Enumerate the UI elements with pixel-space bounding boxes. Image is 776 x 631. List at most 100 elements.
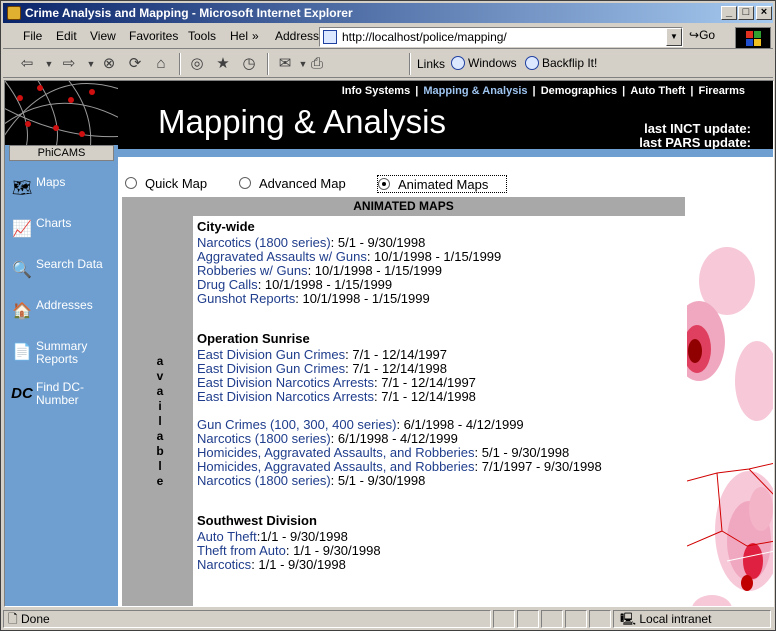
tab-mapping-analysis[interactable]: Mapping & Analysis — [423, 85, 527, 97]
back-dropdown-icon[interactable]: ▼ — [39, 54, 59, 74]
status-bar: 🗋 Done 🖳 Local intranet — [3, 609, 773, 629]
map-link[interactable]: Drug Calls — [197, 277, 258, 292]
menu-tools[interactable]: Tools — [188, 29, 216, 43]
list-item: Theft from Auto: 1/1 - 9/30/1998 — [197, 543, 381, 558]
date-range: : 6/1/1998 - 4/12/1999 — [330, 431, 458, 446]
tab-firearms[interactable]: Firearms — [699, 85, 745, 97]
forward-icon[interactable]: ⇨ — [59, 54, 79, 74]
sidebar-item-charts[interactable]: 📈 Charts — [11, 217, 115, 253]
map-link[interactable]: Aggravated Assaults w/ Guns — [197, 249, 367, 264]
dc-icon: DC — [11, 385, 33, 402]
forward-dropdown-icon[interactable]: ▼ — [81, 54, 101, 74]
search-icon[interactable]: ◎ — [187, 54, 207, 74]
list-item: Narcotics: 1/1 - 9/30/1998 — [197, 557, 346, 572]
link-windows[interactable]: Windows — [451, 56, 517, 70]
menu-file[interactable]: File — [23, 29, 42, 43]
sidebar-item-summary-reports[interactable]: 📄 Summary Reports — [11, 340, 115, 376]
tab-demographics[interactable]: Demographics — [541, 85, 617, 97]
links-label: Links — [417, 57, 446, 71]
map-link[interactable]: Robberies w/ Guns — [197, 263, 308, 278]
map-link[interactable]: Gunshot Reports — [197, 291, 295, 306]
ie-app-icon[interactable] — [7, 6, 21, 20]
menu-view[interactable]: View — [90, 29, 116, 43]
map-link[interactable]: East Division Narcotics Arrests — [197, 389, 374, 404]
radio-animated-maps[interactable]: Animated Maps — [377, 175, 507, 193]
date-range: : 7/1 - 12/14/1998 — [374, 389, 476, 404]
address-label: Address — [275, 29, 320, 43]
tab-info-systems[interactable]: Info Systems — [342, 85, 410, 97]
list-item: East Division Gun Crimes: 7/1 - 12/14/19… — [197, 347, 447, 362]
toolbar-separator — [409, 53, 411, 75]
address-bar[interactable]: http://localhost/police/mapping/ ▼ — [319, 27, 683, 47]
date-range: : 7/1 - 12/14/1998 — [345, 361, 448, 376]
link-backflip[interactable]: Backflip It! — [525, 56, 597, 70]
list-item: Gun Crimes (100, 300, 400 series): 6/1/1… — [197, 417, 524, 432]
sidebar-item-find-dc-number[interactable]: DC Find DC-Number — [11, 381, 115, 417]
refresh-icon[interactable]: ⟳ — [125, 54, 145, 74]
maximize-button[interactable]: □ — [738, 6, 754, 20]
history-icon[interactable]: ◷ — [239, 54, 259, 74]
status-text: Done — [21, 612, 50, 626]
house-icon: 🏠 — [12, 303, 32, 320]
map-link[interactable]: Auto Theft — [197, 529, 257, 544]
status-cell — [589, 610, 611, 628]
section-title-city-wide: City-wide — [197, 219, 255, 234]
sidebar-item-label: Charts — [36, 216, 72, 230]
home-icon[interactable]: ⌂ — [151, 54, 171, 74]
map-link[interactable]: East Division Gun Crimes — [197, 361, 345, 376]
menu-help[interactable]: Hel — [230, 29, 248, 43]
zone-label: Local intranet — [639, 612, 712, 626]
status-text-cell: 🗋 Done — [3, 610, 491, 628]
sidebar-item-maps[interactable]: 🗺 Maps — [11, 176, 115, 212]
sidebar-item-search-data[interactable]: 🔍 Search Data — [11, 258, 115, 294]
print-icon[interactable]: ⎙ — [307, 54, 327, 74]
sidebar: PhiCAMS 🗺 Maps 📈 Charts 🔍 Search Data 🏠 … — [5, 81, 118, 606]
go-button[interactable]: ↪Go — [689, 28, 715, 42]
date-range: : 10/1/1998 - 1/15/1999 — [257, 277, 393, 292]
page-icon: 🗋 — [8, 612, 18, 626]
list-item: Narcotics (1800 series): 5/1 - 9/30/1998 — [197, 235, 425, 250]
close-button[interactable]: × — [756, 6, 772, 20]
radio-button[interactable] — [125, 177, 137, 189]
radio-quick-map[interactable]: Quick Map — [125, 175, 225, 193]
section-title-southwest-division: Southwest Division — [197, 513, 317, 528]
radio-button-selected[interactable] — [378, 178, 390, 190]
map-link[interactable]: East Division Narcotics Arrests — [197, 375, 374, 390]
back-icon[interactable]: ⇦ — [17, 54, 37, 74]
toolbar-separator — [267, 53, 269, 75]
favorites-icon[interactable]: ★ — [213, 54, 233, 74]
vertical-label: available — [156, 354, 164, 488]
list-item: Gunshot Reports: 10/1/1998 - 1/15/1999 — [197, 291, 430, 306]
address-dropdown-icon[interactable]: ▼ — [666, 28, 682, 46]
map-link[interactable]: Theft from Auto — [197, 543, 286, 558]
map-link[interactable]: East Division Gun Crimes — [197, 347, 345, 362]
tab-auto-theft[interactable]: Auto Theft — [630, 85, 685, 97]
radio-label: Quick Map — [145, 176, 208, 191]
map-link[interactable]: Narcotics (1800 series) — [197, 473, 331, 488]
menu-edit[interactable]: Edit — [56, 29, 77, 43]
section-title-operation-sunrise: Operation Sunrise — [197, 331, 310, 346]
page-icon — [323, 30, 337, 44]
radio-button[interactable] — [239, 177, 251, 189]
menu-favorites[interactable]: Favorites — [129, 29, 178, 43]
brand-name[interactable]: PhiCAMS — [9, 145, 114, 161]
map-link[interactable]: Gun Crimes (100, 300, 400 series) — [197, 417, 396, 432]
address-url[interactable]: http://localhost/police/mapping/ — [342, 30, 507, 44]
sidebar-item-addresses[interactable]: 🏠 Addresses — [11, 299, 115, 335]
map-link[interactable]: Narcotics — [197, 557, 251, 572]
radio-advanced-map[interactable]: Advanced Map — [239, 175, 369, 193]
date-range: : 6/1/1998 - 4/12/1999 — [396, 417, 524, 432]
map-link[interactable]: Narcotics (1800 series) — [197, 431, 331, 446]
minimize-button[interactable]: _ — [721, 6, 737, 20]
mail-icon[interactable]: ✉ — [275, 54, 295, 74]
map-link[interactable]: Narcotics (1800 series) — [197, 235, 331, 250]
ie-page-icon — [451, 56, 465, 70]
stop-icon[interactable]: ⊗ — [99, 54, 119, 74]
browser-window: Crime Analysis and Mapping - Microsoft I… — [0, 0, 776, 631]
sidebar-item-label: Addresses — [36, 298, 93, 312]
go-label: Go — [699, 28, 716, 42]
map-link[interactable]: Homicides, Aggravated Assaults, and Robb… — [197, 445, 475, 460]
menu-more-chevron-icon[interactable]: » — [252, 29, 259, 43]
link-backflip-label: Backflip It! — [542, 56, 598, 70]
map-link[interactable]: Homicides, Aggravated Assaults, and Robb… — [197, 459, 475, 474]
